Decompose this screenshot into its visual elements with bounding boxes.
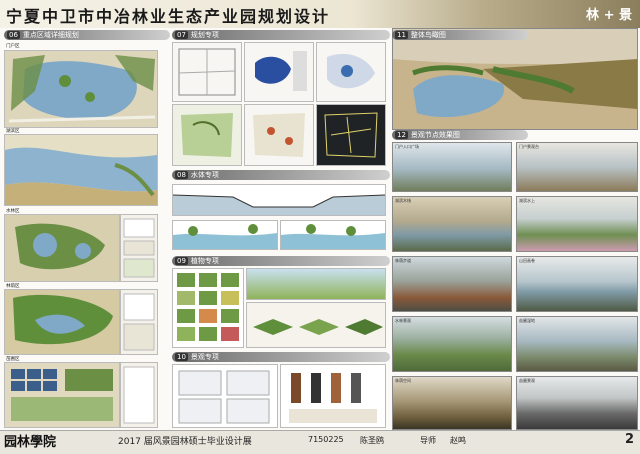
section-label-09: 09 植物专项 [172, 256, 390, 266]
photo-caption: 水林景观 [395, 318, 411, 323]
section-title: 植物专项 [190, 257, 219, 265]
section-num: 12 [395, 131, 408, 139]
signage-design-svg [289, 373, 377, 423]
photo-caption: 苗圃湿地 [519, 318, 535, 323]
photo-7: 苗圃湿地 [516, 316, 638, 372]
waterforest-detail-diagram [123, 218, 155, 278]
section-label-12: 12 景观节点效果图 [392, 130, 528, 140]
plan-diagram-3-svg [327, 53, 375, 89]
school-logo: 园林學院 [4, 435, 57, 450]
advisor-label: 导师 [420, 436, 436, 445]
shade-plan [5, 290, 119, 354]
aerial-view-svg [393, 29, 637, 129]
left-label-0: 门户区 [6, 44, 20, 49]
photo-caption: 苗圃景观 [519, 378, 535, 383]
photo-caption: 山田画卷 [519, 258, 535, 263]
advisor-name: 赵鸣 [450, 436, 466, 445]
gateway-map [4, 50, 158, 128]
plan-diagram-2-svg [255, 51, 307, 91]
plan-diagram-4 [172, 104, 242, 166]
photo-8: 林荫空间 [392, 376, 512, 430]
lakeside-map [4, 134, 158, 206]
water-section-3-svg [281, 224, 385, 249]
nursery-plan [5, 363, 119, 427]
page-number: 2 [624, 432, 634, 447]
section-title: 景观节点效果图 [410, 131, 460, 139]
plan-diagram-6 [316, 104, 386, 166]
photo-3: 湖滨水上 [516, 196, 638, 252]
section-title: 整体鸟瞰图 [410, 31, 446, 39]
section-title: 规划专项 [190, 31, 219, 39]
plant-grid-svg [177, 273, 239, 341]
section-num: 11 [395, 31, 408, 39]
page-title: 宁夏中卫市中冶林业生态产业园规划设计 [6, 7, 331, 26]
photo-4: 林荫步道 [392, 256, 512, 312]
title-badge: 林 + 景 [586, 8, 632, 23]
photo-9: 苗圃景观 [516, 376, 638, 430]
plan-diagram-1-svg [178, 48, 236, 96]
shade-detail-diagram [123, 293, 155, 351]
waterforest-map [4, 214, 120, 282]
plant-grid [172, 268, 244, 348]
section-title: 重点区域详细规划 [22, 31, 79, 39]
photo-caption: 湖滨水上 [519, 198, 535, 203]
student-id: 7150225 [308, 435, 344, 444]
section-title: 景观专项 [190, 353, 219, 361]
section-label-08: 08 水体专项 [172, 170, 390, 180]
water-section-2-svg [173, 224, 277, 249]
section-num: 06 [7, 31, 20, 39]
photo-caption: 门户入口广场 [395, 144, 419, 149]
aerial-view [392, 28, 638, 130]
nursery-detail [120, 362, 158, 428]
photo-caption: 门户景观台 [519, 144, 539, 149]
plant-blocks-svg [253, 319, 383, 335]
water-section-3 [280, 220, 386, 250]
section-label-10: 10 景观专项 [172, 352, 390, 362]
plan-diagram-6-svg [324, 112, 378, 158]
plant-blocks [246, 302, 386, 348]
nursery-detail-diagram [123, 366, 155, 424]
photo-caption: 林荫空间 [395, 378, 411, 383]
waterforest-plan [5, 215, 119, 281]
photo-caption: 林荫步道 [395, 258, 411, 263]
lakeside-plan [5, 135, 157, 205]
section-label-11: 11 整体鸟瞰图 [392, 30, 528, 40]
waterforest-detail [120, 214, 158, 282]
plan-diagram-5-svg [253, 113, 305, 157]
signage-design [280, 364, 386, 428]
section-label-06: 06 重点区域详细规划 [4, 30, 170, 40]
section-label-07: 07 规划专项 [172, 30, 390, 40]
section-num: 07 [175, 31, 188, 39]
shade-detail [120, 289, 158, 355]
plan-diagram-3 [316, 42, 386, 102]
plant-section [246, 268, 386, 300]
photo-1: 门户景观台 [516, 142, 638, 192]
photo-5: 山田画卷 [516, 256, 638, 312]
photo-caption: 湖滨木栈 [395, 198, 411, 203]
photo-2: 湖滨木栈 [392, 196, 512, 252]
landscape-sketches [172, 364, 278, 428]
student-name: 陈圣鸥 [360, 436, 384, 445]
section-title: 水体专项 [190, 171, 219, 179]
shade-map [4, 289, 120, 355]
section-num: 09 [175, 257, 188, 265]
landscape-sketches-svg [178, 370, 270, 424]
water-section-2 [172, 220, 278, 250]
water-section-1 [172, 184, 386, 216]
section-num: 10 [175, 353, 188, 361]
plan-diagram-5 [244, 104, 314, 166]
section-num: 08 [175, 171, 188, 179]
plan-diagram-2 [244, 42, 314, 102]
water-section-1-svg [173, 194, 385, 215]
photo-0: 门户入口广场 [392, 142, 512, 192]
nursery-map [4, 362, 120, 428]
exhibition-title: 2017 届风景园林硕士毕业设计展 [118, 437, 252, 447]
plan-diagram-1 [172, 42, 242, 102]
gateway-plan [5, 51, 157, 127]
plan-diagram-4-svg [181, 113, 233, 157]
photo-6: 水林景观 [392, 316, 512, 372]
